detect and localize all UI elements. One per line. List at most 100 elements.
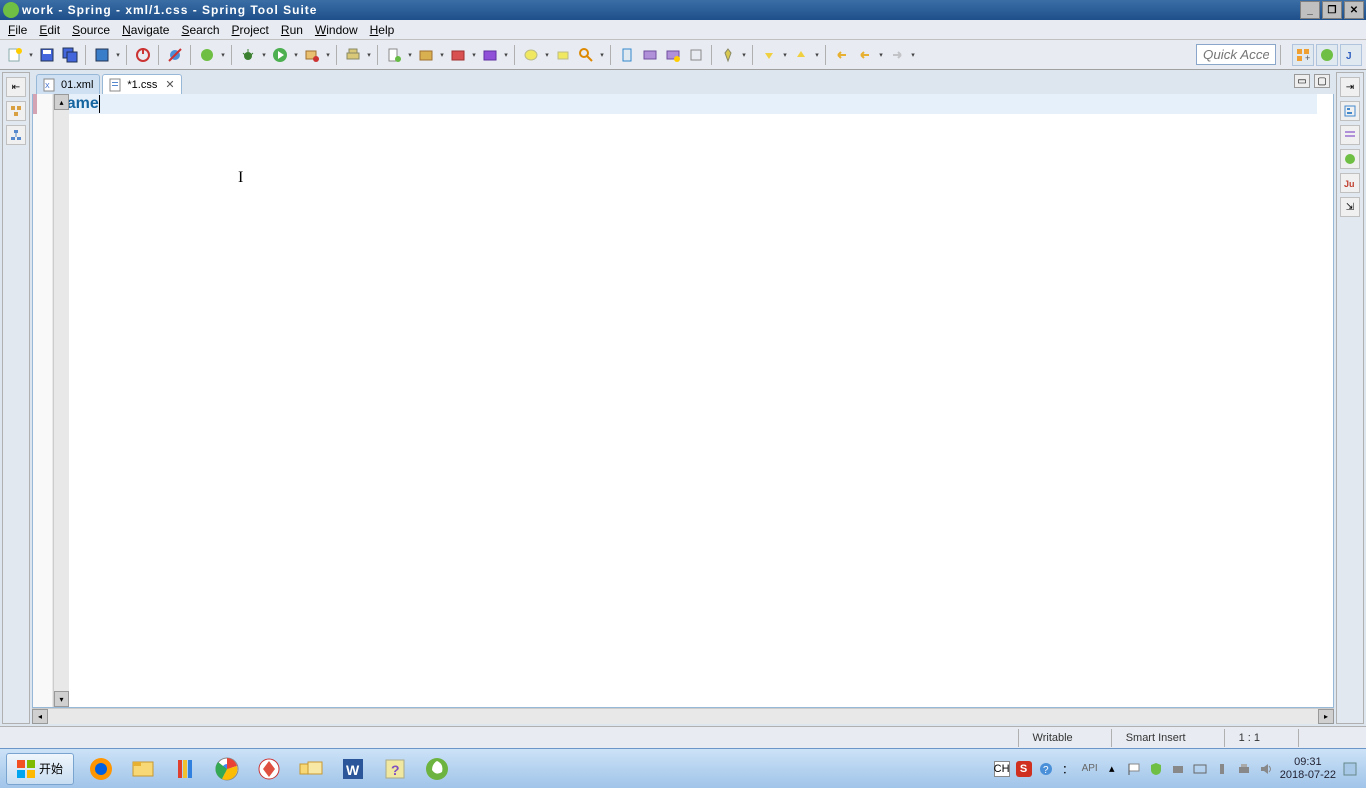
taskbar-firefox-icon[interactable] xyxy=(81,752,121,786)
pin-dropdown[interactable]: ▾ xyxy=(740,44,748,66)
taskbar-spring-icon[interactable] xyxy=(417,752,457,786)
flag-tray-icon[interactable] xyxy=(1126,761,1142,777)
open-resource-button[interactable] xyxy=(639,44,661,66)
new-annotation-dropdown[interactable]: ▾ xyxy=(502,44,510,66)
open-task-button[interactable] xyxy=(552,44,574,66)
restore-right-icon[interactable]: ⇥ xyxy=(1340,77,1360,97)
relaunch-button[interactable] xyxy=(196,44,218,66)
close-button[interactable]: ✕ xyxy=(1344,1,1364,19)
new-plugin-button[interactable] xyxy=(447,44,469,66)
volume-tray-icon[interactable] xyxy=(1258,761,1274,777)
restart-button[interactable] xyxy=(132,44,154,66)
save-button[interactable] xyxy=(36,44,58,66)
forward-dropdown[interactable]: ▾ xyxy=(909,44,917,66)
package-explorer-icon[interactable] xyxy=(6,101,26,121)
relaunch-dropdown[interactable]: ▾ xyxy=(219,44,227,66)
menu-window[interactable]: Window xyxy=(309,21,364,39)
tray-clock[interactable]: 09:31 2018-07-22 xyxy=(1280,756,1336,782)
open-perspective-button[interactable]: + xyxy=(1292,44,1314,66)
menu-file[interactable]: File xyxy=(2,21,33,39)
new-server-dropdown[interactable]: ▾ xyxy=(365,44,373,66)
menu-source[interactable]: Source xyxy=(66,21,116,39)
menu-run[interactable]: Run xyxy=(275,21,309,39)
menu-search[interactable]: Search xyxy=(175,21,225,39)
scroll-down-icon[interactable]: ▾ xyxy=(54,691,69,707)
open-type-button[interactable] xyxy=(520,44,542,66)
search-dropdown[interactable]: ▾ xyxy=(598,44,606,66)
minimize-button[interactable]: _ xyxy=(1300,1,1320,19)
new-package-button[interactable] xyxy=(415,44,437,66)
usb-tray-icon[interactable] xyxy=(1214,761,1230,777)
task-button[interactable] xyxy=(662,44,684,66)
taskbar-help-icon[interactable]: ? xyxy=(375,752,415,786)
monitor-tray-icon[interactable] xyxy=(1192,761,1208,777)
security-tray-icon[interactable] xyxy=(1148,761,1164,777)
search-button[interactable] xyxy=(575,44,597,66)
new-java-button[interactable] xyxy=(383,44,405,66)
java-perspective-button[interactable]: J xyxy=(1340,44,1362,66)
menu-edit[interactable]: Edit xyxy=(33,21,66,39)
skip-breakpoints-button[interactable] xyxy=(164,44,186,66)
run-dropdown[interactable]: ▾ xyxy=(292,44,300,66)
taskbar-folders-icon[interactable] xyxy=(291,752,331,786)
type-hierarchy-icon[interactable] xyxy=(6,125,26,145)
scroll-up-icon[interactable]: ▴ xyxy=(54,94,69,110)
prev-annotation-button[interactable] xyxy=(790,44,812,66)
maximize-editor-button[interactable]: ▢ xyxy=(1314,74,1330,88)
task-list-icon[interactable] xyxy=(1340,125,1360,145)
switch-dropdown[interactable]: ▾ xyxy=(114,44,122,66)
next-annotation-button[interactable] xyxy=(758,44,780,66)
start-button[interactable]: 开始 xyxy=(6,753,74,785)
show-desktop-button[interactable] xyxy=(1342,761,1358,777)
debug-dropdown[interactable]: ▾ xyxy=(260,44,268,66)
tab-1-css[interactable]: *1.css ✕ xyxy=(102,74,181,94)
save-all-button[interactable] xyxy=(59,44,81,66)
api-tray-label[interactable]: API xyxy=(1082,761,1098,777)
junit-view-icon[interactable]: Ju xyxy=(1340,173,1360,193)
back-dropdown[interactable]: ▾ xyxy=(877,44,885,66)
menu-navigate[interactable]: Navigate xyxy=(116,21,175,39)
quick-access-input[interactable] xyxy=(1196,44,1276,65)
outline-view-icon[interactable] xyxy=(1340,101,1360,121)
forward-button[interactable] xyxy=(886,44,908,66)
new-plugin-dropdown[interactable]: ▾ xyxy=(470,44,478,66)
new-dropdown[interactable]: ▾ xyxy=(27,44,35,66)
beans-view-icon[interactable] xyxy=(1340,149,1360,169)
new-java-dropdown[interactable]: ▾ xyxy=(406,44,414,66)
switch-editor-button[interactable] xyxy=(91,44,113,66)
spring-perspective-button[interactable] xyxy=(1316,44,1338,66)
close-tab-icon[interactable]: ✕ xyxy=(165,78,174,91)
menu-project[interactable]: Project xyxy=(226,21,275,39)
new-button[interactable] xyxy=(4,44,26,66)
new-package-dropdown[interactable]: ▾ xyxy=(438,44,446,66)
help-tray-icon[interactable]: ? xyxy=(1038,761,1054,777)
new-server-button[interactable] xyxy=(342,44,364,66)
menu-help[interactable]: Help xyxy=(364,21,401,39)
last-edit-button[interactable] xyxy=(831,44,853,66)
scroll-right-icon[interactable]: ▸ xyxy=(1318,709,1334,724)
taskbar-explorer-icon[interactable] xyxy=(123,752,163,786)
sogou-icon[interactable]: S xyxy=(1016,761,1032,777)
editor-body[interactable]: name I ▴ ▾ xyxy=(32,94,1334,708)
run-last-button[interactable] xyxy=(301,44,323,66)
tab-01-xml[interactable]: X 01.xml xyxy=(36,74,100,94)
run-last-dropdown[interactable]: ▾ xyxy=(324,44,332,66)
taskbar-chrome-icon[interactable] xyxy=(207,752,247,786)
pin-button[interactable] xyxy=(717,44,739,66)
back-button[interactable] xyxy=(854,44,876,66)
scroll-left-icon[interactable]: ◂ xyxy=(32,709,48,724)
expand-tray-icon[interactable]: ▴ xyxy=(1104,761,1120,777)
minimize-trim-icon[interactable]: ⇲ xyxy=(1340,197,1360,217)
next-dropdown[interactable]: ▾ xyxy=(781,44,789,66)
taskbar-word-icon[interactable]: W xyxy=(333,752,373,786)
minimize-editor-button[interactable]: ▭ xyxy=(1294,74,1310,88)
taskbar-app1-icon[interactable] xyxy=(249,752,289,786)
toggle-mark-button[interactable] xyxy=(616,44,638,66)
open-button[interactable] xyxy=(685,44,707,66)
debug-button[interactable] xyxy=(237,44,259,66)
restore-left-icon[interactable]: ⇤ xyxy=(6,77,26,97)
open-type-dropdown[interactable]: ▾ xyxy=(543,44,551,66)
run-button[interactable] xyxy=(269,44,291,66)
vertical-scrollbar[interactable]: ▴ ▾ xyxy=(53,94,69,707)
maximize-button[interactable]: ❐ xyxy=(1322,1,1342,19)
